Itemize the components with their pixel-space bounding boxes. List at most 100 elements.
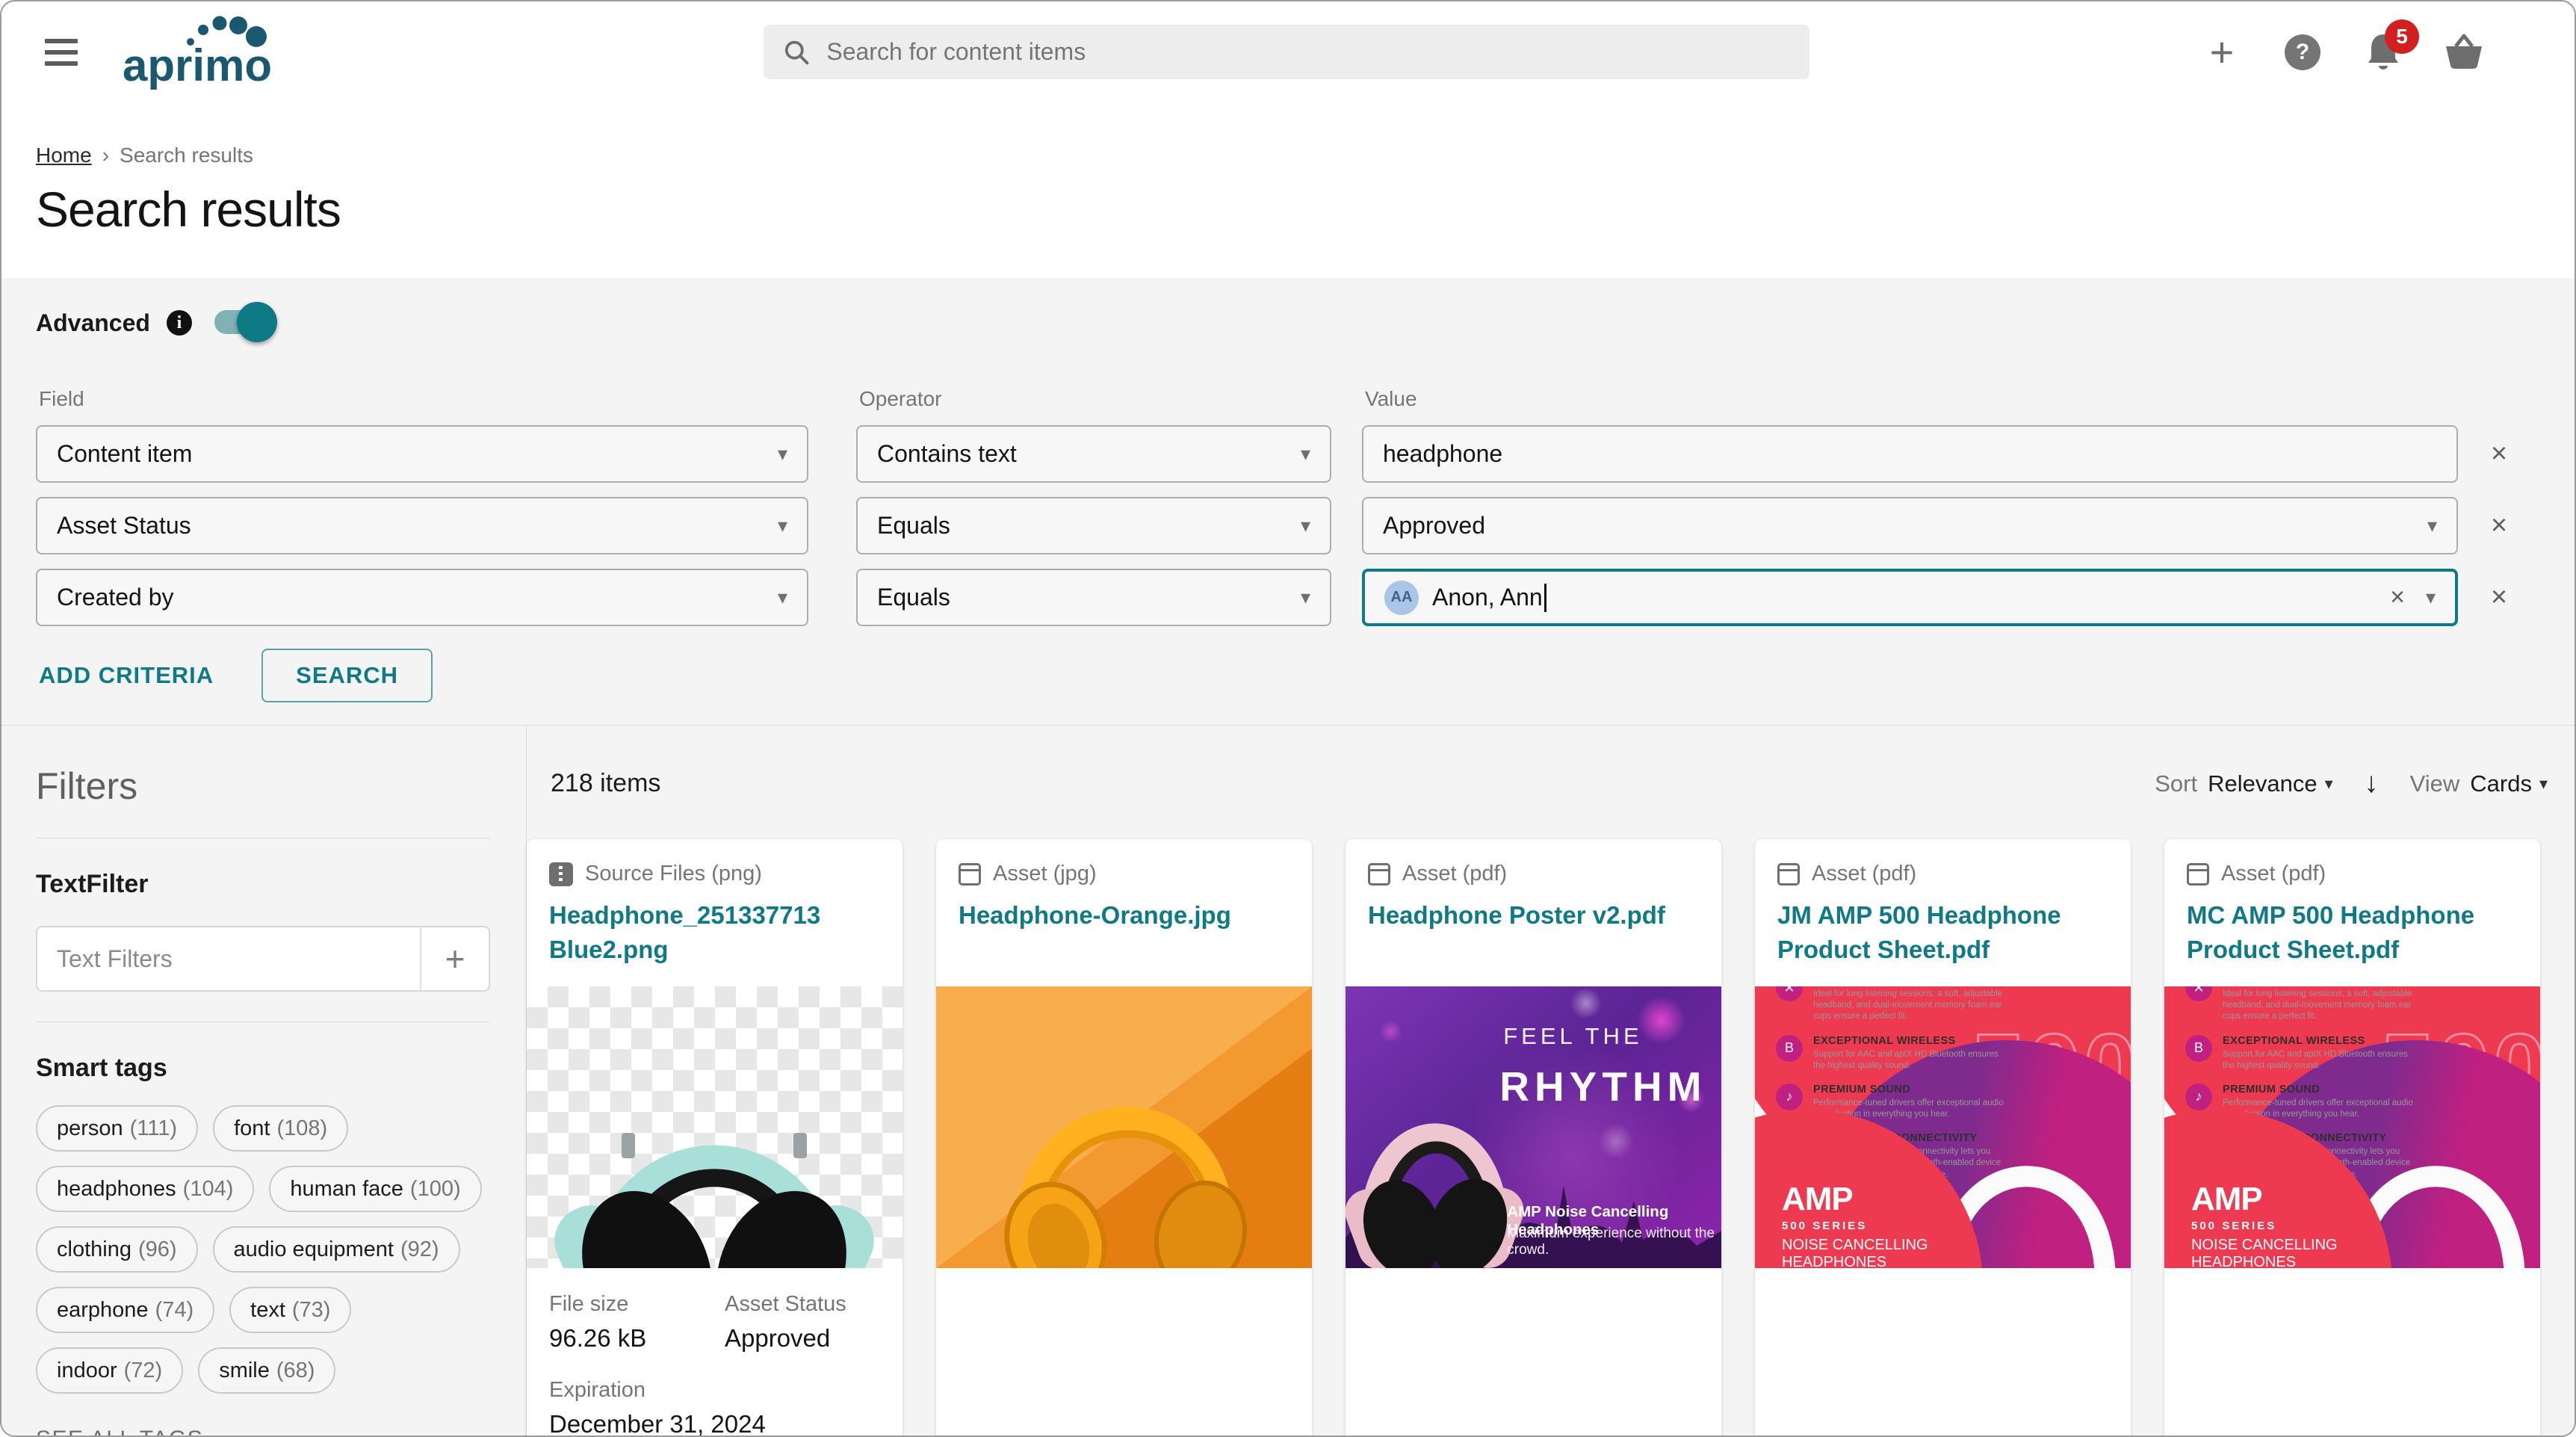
add-content-button[interactable]: + [2201, 31, 2243, 73]
advanced-toggle[interactable] [214, 310, 271, 336]
basket-button[interactable] [2443, 31, 2485, 73]
music-note-icon: ♪ [2185, 1084, 2212, 1110]
bluetooth-icon: B [1776, 1035, 1803, 1062]
add-text-filter-button[interactable]: + [420, 927, 489, 990]
global-search[interactable] [764, 25, 1809, 79]
add-criteria-button[interactable]: ADD CRITERIA [36, 652, 217, 699]
asset-thumbnail[interactable]: 500 ✕DESIGNED FOR EXTENDED WEARIdeal for… [2164, 986, 2540, 1268]
value-person-input[interactable]: AA Anon, Ann × ▾ [1362, 569, 2458, 626]
tag-chip-indoor[interactable]: indoor(72) [36, 1347, 183, 1394]
asset-title-link[interactable]: Headphone Poster v2.pdf [1368, 898, 1699, 933]
notifications-button[interactable]: 5 [2362, 31, 2404, 73]
asset-card[interactable]: Asset (jpg) Headphone-Orange.jpg [936, 839, 1312, 1437]
asset-title-link[interactable]: JM AMP 500 Headphone Product Sheet.pdf [1777, 898, 2108, 967]
chevron-down-icon: ▾ [778, 442, 787, 466]
tag-name: indoor [57, 1359, 117, 1383]
smart-tag-chips: person(111) font(108) headphones(104) hu… [36, 1105, 492, 1394]
brand-product: NOISE CANCELLING HEADPHONES [2191, 1237, 2352, 1268]
asset-title-link[interactable]: Headphone-Orange.jpg [959, 898, 1289, 933]
search-button[interactable]: SEARCH [261, 649, 433, 702]
operator-select[interactable]: Equals ▾ [856, 497, 1331, 554]
criteria-row: Created by ▾ Equals ▾ AA Anon, Ann × ▾ × [36, 569, 2575, 626]
operator-select[interactable]: Equals ▾ [856, 569, 1331, 626]
asset-thumbnail[interactable] [527, 986, 902, 1268]
sort-dropdown[interactable]: Relevance ▾ [2208, 770, 2333, 797]
text-caret [1544, 584, 1546, 612]
poster-line2: RHYTHM [1499, 1063, 1706, 1110]
asset-title-link[interactable]: MC AMP 500 Headphone Product Sheet.pdf [2187, 898, 2518, 967]
page-title: Search results [36, 181, 2575, 238]
clear-value-icon[interactable]: × [2390, 583, 2405, 612]
tag-chip-person[interactable]: person(111) [36, 1105, 198, 1152]
asset-thumbnail[interactable]: 500 ✕DESIGNED FOR EXTENDED WEARIdeal for… [1755, 986, 2131, 1268]
help-button[interactable]: ? [2282, 31, 2323, 73]
sheet-brand-block: AMP 500 SERIES NOISE CANCELLING HEADPHON… [1782, 1181, 1942, 1268]
app-window: aprimo + ? 5 [0, 0, 2576, 1437]
chevron-down-icon[interactable]: ▾ [2426, 586, 2436, 609]
tag-chip-clothing[interactable]: clothing(96) [36, 1226, 198, 1273]
see-all-tags-button[interactable]: SEE ALL TAGS [36, 1427, 490, 1437]
operator-select-value: Contains text [877, 440, 1017, 468]
asset-title-link[interactable]: Headphone_251337713 Blue2.png [549, 898, 880, 967]
advanced-label: Advanced [36, 309, 150, 337]
tag-count: (74) [155, 1298, 194, 1323]
criteria-column-labels: Field Operator Value [36, 387, 2575, 411]
operator-select-value: Equals [877, 584, 950, 611]
tag-chip-human-face[interactable]: human face(100) [269, 1166, 481, 1212]
remove-criteria-button[interactable]: × [2473, 510, 2525, 542]
info-icon[interactable]: i [167, 310, 192, 336]
meta-file-size: File size 96.26 kB [549, 1292, 725, 1353]
toggle-knob [237, 302, 277, 342]
breadcrumb-home-link[interactable]: Home [36, 143, 92, 167]
remove-criteria-button[interactable]: × [2473, 581, 2525, 614]
sheet-brand-block: AMP 500 SERIES NOISE CANCELLING HEADPHON… [2191, 1181, 2352, 1268]
value-select[interactable]: Approved ▾ [1362, 497, 2458, 554]
field-select[interactable]: Content item ▾ [36, 425, 808, 483]
results-main: 218 items Sort Relevance ▾ ↓ View Cards … [527, 726, 2575, 1437]
tag-chip-headphones[interactable]: headphones(104) [36, 1166, 254, 1212]
aprimo-logo[interactable]: aprimo [117, 15, 296, 90]
chevron-down-icon: ▾ [2325, 774, 2333, 794]
feature-heading: EXCEPTIONAL WIRELESS [2223, 1035, 2415, 1047]
criteria-row: Asset Status ▾ Equals ▾ Approved ▾ × [36, 497, 2575, 554]
asset-card[interactable]: Asset (pdf) Headphone Poster v2.pdf [1346, 839, 1721, 1437]
tag-chip-text[interactable]: text(73) [229, 1287, 351, 1333]
remove-criteria-button[interactable]: × [2473, 438, 2525, 470]
tag-count: (104) [183, 1177, 234, 1202]
field-select[interactable]: Asset Status ▾ [36, 497, 808, 554]
music-note-icon: ♪ [1776, 1084, 1803, 1110]
meta-asset-status: Asset Status Approved [725, 1292, 880, 1353]
asset-type: Asset (pdf) [2221, 862, 2326, 886]
sort-direction-icon[interactable]: ↓ [2365, 767, 2379, 800]
asset-card[interactable]: Asset (pdf) MC AMP 500 Headphone Product… [2164, 839, 2540, 1437]
view-dropdown[interactable]: Cards ▾ [2470, 770, 2548, 797]
asset-thumbnail[interactable]: FEEL THE RHYTHM AMP Noise Cancelling Hea… [1346, 986, 1721, 1268]
search-input[interactable] [826, 38, 1790, 66]
results-cards: Source Files (png) Headphone_251337713 B… [527, 839, 2575, 1437]
field-select[interactable]: Created by ▾ [36, 569, 808, 626]
text-filter-input[interactable] [37, 927, 420, 990]
tag-chip-font[interactable]: font(108) [213, 1105, 348, 1152]
asset-thumbnail[interactable] [936, 986, 1312, 1268]
tag-name: earphone [57, 1298, 149, 1323]
view-label: View [2410, 770, 2460, 797]
teal-headphones-image [550, 994, 879, 1268]
tag-chip-audio-equipment[interactable]: audio equipment(92) [213, 1226, 460, 1273]
feature-heading: EXCEPTIONAL WIRELESS [1813, 1035, 2006, 1047]
chevron-down-icon: ▾ [1301, 514, 1310, 537]
tag-chip-smile[interactable]: smile(68) [198, 1347, 335, 1394]
asset-card[interactable]: Asset (pdf) JM AMP 500 Headphone Product… [1755, 839, 2131, 1437]
tag-count: (68) [276, 1359, 315, 1383]
brand-product: NOISE CANCELLING HEADPHONES [1782, 1237, 1942, 1268]
menu-icon[interactable] [45, 39, 78, 66]
asset-icon [959, 863, 981, 886]
tag-count: (96) [138, 1237, 177, 1262]
operator-select[interactable]: Contains text ▾ [856, 425, 1331, 483]
asset-card[interactable]: Source Files (png) Headphone_251337713 B… [527, 839, 902, 1437]
asset-type: Asset (pdf) [1402, 862, 1507, 886]
meta-value: December 31, 2024 [549, 1410, 880, 1437]
value-input[interactable]: headphone [1362, 425, 2458, 483]
feature-body: Ideal for long listening sessions, a sof… [2223, 989, 2415, 1023]
tag-chip-earphone[interactable]: earphone(74) [36, 1287, 214, 1333]
meta-label: Asset Status [725, 1292, 880, 1317]
